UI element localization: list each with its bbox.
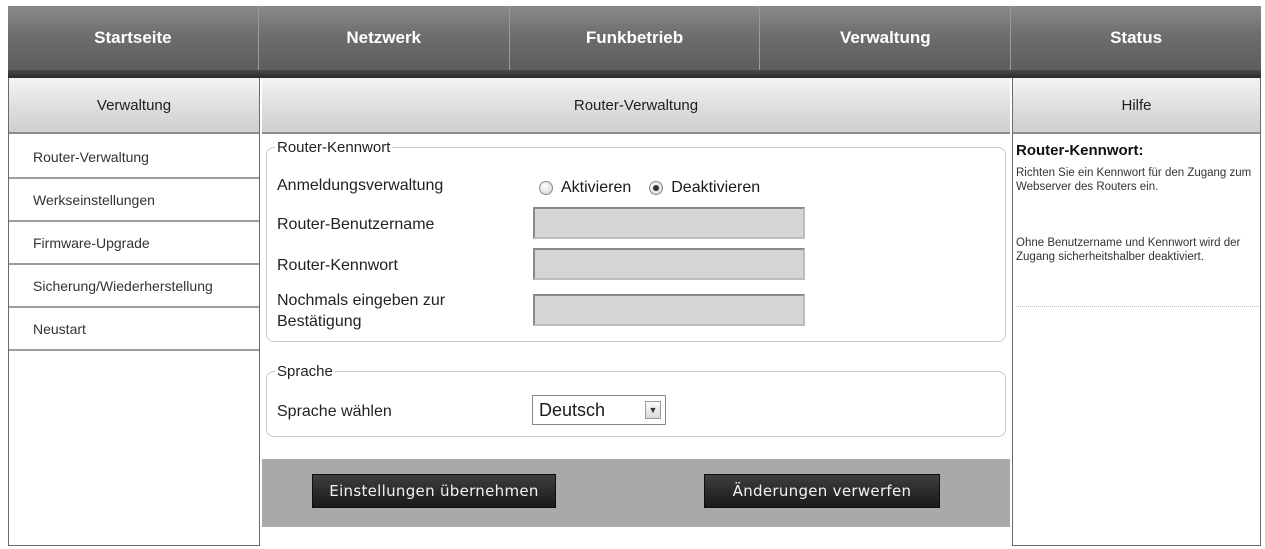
language-legend: Sprache xyxy=(275,363,335,380)
language-select[interactable]: Deutsch ▼ xyxy=(532,395,666,425)
sidebar-item-firmware-upgrade[interactable]: Firmware-Upgrade xyxy=(9,222,259,265)
login-management-radio-group: Aktivieren Deaktivieren xyxy=(539,179,760,197)
chevron-down-icon[interactable]: ▼ xyxy=(645,401,661,419)
radio-enable-label[interactable]: Aktivieren xyxy=(561,179,631,197)
apply-settings-button[interactable]: Einstellungen übernehmen xyxy=(312,474,556,508)
confirm-password-label-line2: Bestätigung xyxy=(277,313,362,330)
sidebar-item-neustart[interactable]: Neustart xyxy=(9,308,259,351)
password-field[interactable] xyxy=(533,248,805,280)
sidebar-header: Verwaltung xyxy=(9,78,259,134)
language-select-label: Sprache wählen xyxy=(277,403,392,420)
help-paragraph-1: Richten Sie ein Kennwort für den Zugang … xyxy=(1016,167,1252,193)
help-panel: Hilfe Router-Kennwort: Richten Sie ein K… xyxy=(1012,78,1261,546)
sidebar: Verwaltung Router-Verwaltung Werkseinste… xyxy=(8,78,260,546)
sidebar-item-werkseinstellungen[interactable]: Werkseinstellungen xyxy=(9,179,259,222)
page-title: Router-Verwaltung xyxy=(262,78,1010,134)
username-field[interactable] xyxy=(533,207,805,239)
sidebar-menu: Router-Verwaltung Werkseinstellungen Fir… xyxy=(9,136,259,351)
nav-tab-startseite[interactable]: Startseite xyxy=(8,6,259,70)
language-fieldset: Sprache Sprache wählen Deutsch ▼ xyxy=(266,363,1006,437)
button-bar: Einstellungen übernehmen Änderungen verw… xyxy=(262,459,1010,527)
top-navigation: Startseite Netzwerk Funkbetrieb Verwaltu… xyxy=(8,6,1261,70)
main-panel: Router-Verwaltung Router-Kennwort Anmeld… xyxy=(262,78,1010,546)
router-password-legend: Router-Kennwort xyxy=(275,139,393,156)
login-management-label: Anmeldungsverwaltung xyxy=(277,177,444,194)
confirm-password-field[interactable] xyxy=(533,294,805,326)
help-divider xyxy=(1016,306,1259,307)
sidebar-item-router-verwaltung[interactable]: Router-Verwaltung xyxy=(9,136,259,179)
nav-tab-funkbetrieb[interactable]: Funkbetrieb xyxy=(510,6,761,70)
help-paragraph-2: Ohne Benutzername und Kennwort wird der … xyxy=(1016,237,1241,263)
sidebar-item-sicherung[interactable]: Sicherung/Wiederherstellung xyxy=(9,265,259,308)
router-password-fieldset: Router-Kennwort Anmeldungsverwaltung Akt… xyxy=(266,139,1006,342)
language-select-value: Deutsch xyxy=(539,399,606,420)
radio-enable[interactable] xyxy=(539,181,553,195)
radio-disable[interactable] xyxy=(649,181,664,195)
discard-changes-button[interactable]: Änderungen verwerfen xyxy=(704,474,940,508)
confirm-password-label-line1: Nochmals eingeben zur xyxy=(277,292,446,309)
nav-divider xyxy=(8,70,1261,78)
nav-tab-status[interactable]: Status xyxy=(1011,6,1261,70)
password-label: Router-Kennwort xyxy=(277,257,398,274)
help-header: Hilfe xyxy=(1013,78,1260,134)
help-title: Router-Kennwort: xyxy=(1016,142,1144,159)
username-label: Router-Benutzername xyxy=(277,216,435,233)
radio-disable-label[interactable]: Deaktivieren xyxy=(671,179,760,197)
nav-tab-verwaltung[interactable]: Verwaltung xyxy=(760,6,1012,70)
nav-tab-netzwerk[interactable]: Netzwerk xyxy=(259,6,510,70)
